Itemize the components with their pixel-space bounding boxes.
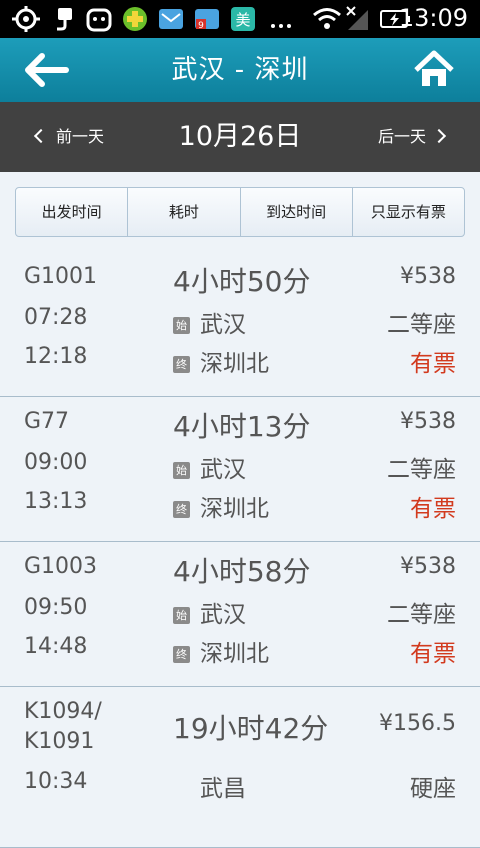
train-code: G77 [24,409,70,434]
sort-by-duration-tab[interactable]: 耗时 [128,188,241,236]
arrival-time: 12:18 [24,344,88,369]
sort-by-arrival-tab[interactable]: 到达时间 [241,188,353,236]
home-icon[interactable] [414,50,454,88]
to-station: 终深圳北 [173,344,269,378]
train-row[interactable]: G77 4小时13分 ¥538 09:00 始武汉 二等座 13:13 终深圳北… [0,397,480,542]
from-station-name: 武汉 [200,457,246,483]
from-station: 始武汉 [173,305,246,339]
meituan-app-icon: 美 [231,7,255,31]
bear-app-icon [86,8,112,32]
departure-time: 07:28 [24,305,88,330]
to-station: 终深圳北 [173,489,269,523]
train-price: ¥538 [400,554,456,579]
train-price: ¥156.5 [379,711,456,736]
train-code: G1003 [24,554,98,579]
sort-tabs: 出发时间 耗时 到达时间 只显示有票 [15,187,465,237]
departure-time: 10:34 [24,769,88,794]
seat-class: 二等座 [387,312,456,338]
train-code-line1: K1094/ [24,699,102,724]
origin-badge: 始 [173,317,190,334]
terminal-badge: 终 [173,646,190,663]
to-station: 终深圳北 [173,634,269,668]
train-row[interactable]: G1001 4小时50分 ¥538 07:28 始武汉 二等座 12:18 终深… [0,252,480,397]
mail-app-icon [159,9,183,29]
train-duration: 4小时13分 [173,410,311,443]
ticket-availability: 有票 [410,641,456,667]
signal-icon [346,6,368,30]
seat-class: 二等座 [387,457,456,483]
origin-badge: 始 [173,607,190,624]
train-duration: 4小时50分 [173,265,311,298]
chevron-right-icon [431,128,447,144]
sort-by-departure-tab[interactable]: 出发时间 [16,188,129,236]
location-icon [12,6,40,32]
title-bar: 武汉 - 深圳 [0,38,480,102]
train-list: G1001 4小时50分 ¥538 07:28 始武汉 二等座 12:18 终深… [0,252,480,848]
from-station-name: 武汉 [200,312,246,338]
train-code: K1094/K1091 [24,697,102,757]
arrival-time: 13:13 [24,489,88,514]
train-code: G1001 [24,264,98,289]
seat-class: 硬座 [410,776,456,802]
status-time: 13:09 [398,4,468,32]
train-price: ¥538 [400,264,456,289]
origin-badge: 始 [173,462,190,479]
page-title: 武汉 - 深圳 [171,55,309,85]
date-bar: 前一天 10月26日 后一天 [0,102,480,172]
from-station: 始武汉 [173,595,246,629]
usb-icon [57,8,72,31]
arrival-time: 14:48 [24,634,88,659]
train-price: ¥538 [400,409,456,434]
to-station-name: 深圳北 [200,351,269,377]
to-station-name: 深圳北 [200,496,269,522]
from-station-name: 武昌 [200,776,246,802]
status-bar: 9 美 13:09 [0,0,480,38]
next-day-label: 后一天 [377,127,426,146]
to-station-name: 深圳北 [200,641,269,667]
more-notifications-icon [271,24,291,28]
svg-text:美: 美 [235,11,250,29]
calendar-app-icon: 9 [195,9,219,31]
from-station: 始武汉 [173,450,246,484]
departure-time: 09:50 [24,595,88,620]
from-station-name: 武汉 [200,602,246,628]
next-day-button[interactable]: 后一天 [377,102,447,172]
wifi-icon [313,8,341,29]
departure-time: 09:00 [24,450,88,475]
train-code-line2: K1091 [24,729,95,754]
ticket-availability: 有票 [410,351,456,377]
train-duration: 19小时42分 [173,712,329,745]
train-duration: 4小时58分 [173,555,311,588]
seat-class: 二等座 [387,602,456,628]
terminal-badge: 终 [173,501,190,518]
svg-text:9: 9 [198,21,204,31]
show-available-only-tab[interactable]: 只显示有票 [353,188,464,236]
ticket-availability: 有票 [410,496,456,522]
terminal-badge: 终 [173,356,190,373]
train-row[interactable]: G1003 4小时58分 ¥538 09:50 始武汉 二等座 14:48 终深… [0,542,480,687]
train-row[interactable]: K1094/K1091 19小时42分 ¥156.5 10:34 武昌 硬座 [0,687,480,848]
green-plus-app-icon [123,7,147,31]
